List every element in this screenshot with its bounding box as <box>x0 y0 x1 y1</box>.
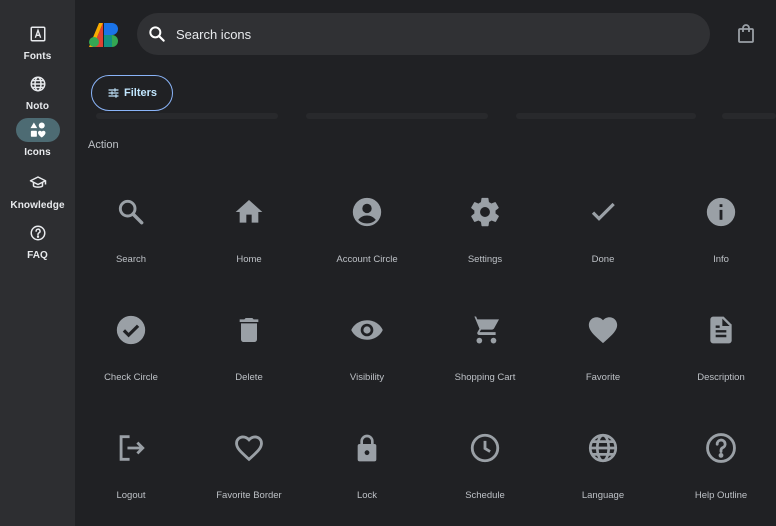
icon-name: Help Outline <box>694 490 748 501</box>
icon-tile-visibility[interactable]: Visibility <box>308 296 426 396</box>
rail-item-icons[interactable]: Icons <box>0 118 75 166</box>
icon-tile-lock[interactable]: Lock <box>308 414 426 514</box>
icon-name: Search <box>115 254 147 265</box>
icon-tile-check-circle[interactable]: Check Circle <box>72 296 190 396</box>
info-icon <box>703 194 739 230</box>
description-icon <box>703 312 739 348</box>
help-circle-icon <box>16 221 60 245</box>
logout-icon <box>113 430 149 466</box>
icon-name: Favorite Border <box>216 490 282 501</box>
rail-item-noto[interactable]: Noto <box>0 72 75 120</box>
help-outline-icon <box>703 430 739 466</box>
search-input[interactable] <box>174 25 710 43</box>
icon-tile-search[interactable]: Search <box>72 178 190 278</box>
icon-tile-description[interactable]: Description <box>662 296 776 396</box>
icon-tile-logout[interactable]: Logout <box>72 414 190 514</box>
account-circle-icon <box>349 194 385 230</box>
icon-name: Favorite <box>585 372 621 383</box>
divider <box>96 113 278 119</box>
lock-icon <box>349 430 385 466</box>
visibility-icon <box>349 312 385 348</box>
icon-name: Info <box>713 254 729 265</box>
icon-name: Visibility <box>349 372 385 383</box>
icon-name: Delete <box>235 372 263 383</box>
done-icon <box>585 194 621 230</box>
favorite-icon <box>585 312 621 348</box>
icon-name: Language <box>581 490 625 501</box>
icon-tile-account-circle[interactable]: Account Circle <box>308 178 426 278</box>
fonts-icon <box>16 22 60 46</box>
graduation-cap-icon <box>16 171 60 195</box>
shapes-icon <box>15 118 60 142</box>
search-icon[interactable] <box>147 24 167 44</box>
icon-tile-info[interactable]: Info <box>662 178 776 278</box>
language-icon <box>585 430 621 466</box>
rail-label-noto: Noto <box>25 101 50 112</box>
divider <box>516 113 696 119</box>
rail-item-faq[interactable]: FAQ <box>0 221 75 269</box>
tune-icon <box>108 88 119 98</box>
section-title: Action <box>88 139 119 151</box>
icon-name: Account Circle <box>336 254 398 265</box>
schedule-icon <box>467 430 503 466</box>
icon-tile-favorite[interactable]: Favorite <box>544 296 662 396</box>
icon-tile-delete[interactable]: Delete <box>190 296 308 396</box>
divider <box>722 113 776 119</box>
delete-icon <box>231 312 267 348</box>
settings-icon <box>467 194 503 230</box>
filters-label: Filters <box>123 87 157 99</box>
shopping-bag-icon[interactable] <box>737 24 755 44</box>
navigation-rail: Fonts Noto Icons Knowledge FAQ <box>0 0 75 526</box>
icon-name: Settings <box>467 254 503 265</box>
favorite-border-icon <box>231 430 267 466</box>
filters-button[interactable]: Filters <box>91 75 173 111</box>
icon-name: Lock <box>356 490 378 501</box>
icon-tile-done[interactable]: Done <box>544 178 662 278</box>
icon-tile-settings[interactable]: Settings <box>426 178 544 278</box>
icon-name: Check Circle <box>104 372 158 383</box>
divider <box>306 113 488 119</box>
icon-name: Schedule <box>465 490 505 501</box>
rail-item-fonts[interactable]: Fonts <box>0 22 75 70</box>
rail-item-knowledge[interactable]: Knowledge <box>0 171 75 219</box>
icon-name: Home <box>236 254 262 265</box>
google-fonts-icons-page: Fonts Noto Icons Knowledge FAQ Search ic… <box>0 0 776 526</box>
icon-name: Logout <box>116 490 146 501</box>
icon-name: Done <box>591 254 615 265</box>
search-icon <box>113 194 149 230</box>
rail-label-knowledge: Knowledge <box>10 200 65 211</box>
globe-icon <box>16 72 60 96</box>
rail-label-fonts: Fonts <box>23 51 52 62</box>
search-bar <box>137 13 710 55</box>
shopping-cart-icon <box>467 312 503 348</box>
check-circle-icon <box>113 312 149 348</box>
rail-label-faq: FAQ <box>27 250 48 261</box>
rail-label-icons: Icons <box>24 147 51 158</box>
icon-name: Description <box>697 372 745 383</box>
icon-name: Shopping Cart <box>454 372 516 383</box>
icon-tile-favorite-border[interactable]: Favorite Border <box>190 414 308 514</box>
home-icon <box>231 194 267 230</box>
icon-tile-language[interactable]: Language <box>544 414 662 514</box>
icon-tile-schedule[interactable]: Schedule <box>426 414 544 514</box>
google-fonts-logo[interactable] <box>88 21 122 49</box>
icon-tile-help-outline[interactable]: Help Outline <box>662 414 776 514</box>
icon-tile-home[interactable]: Home <box>190 178 308 278</box>
icon-tile-shopping-cart[interactable]: Shopping Cart <box>426 296 544 396</box>
